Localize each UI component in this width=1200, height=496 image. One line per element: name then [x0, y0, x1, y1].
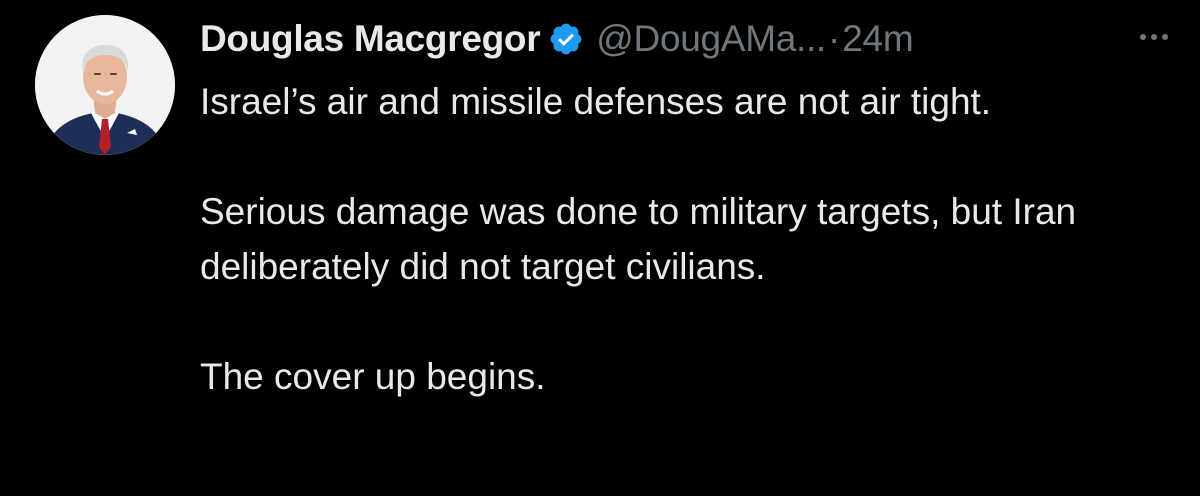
avatar[interactable]	[35, 15, 175, 155]
tweet-paragraph: Serious damage was done to military targ…	[200, 191, 1077, 287]
more-options-icon[interactable]	[1132, 22, 1176, 52]
tweet-header: Douglas Macgregor @DougAMa... · 24m	[200, 14, 914, 64]
tweet-card[interactable]: Douglas Macgregor @DougAMa... · 24m Isra…	[0, 0, 1200, 496]
profile-photo-icon	[35, 15, 175, 155]
more-dot	[1151, 34, 1157, 40]
author-display-name[interactable]: Douglas Macgregor	[200, 18, 541, 60]
tweet-paragraph: Israel’s air and missile defenses are no…	[200, 81, 992, 122]
author-handle[interactable]: @DougAMa...	[596, 18, 826, 60]
tweet-text: Israel’s air and missile defenses are no…	[200, 74, 1180, 404]
verified-badge-icon[interactable]	[548, 21, 584, 57]
tweet-paragraph: The cover up begins.	[200, 356, 546, 397]
header-separator: ·	[827, 18, 841, 59]
tweet-timestamp[interactable]: 24m	[842, 18, 913, 60]
more-dot	[1162, 34, 1168, 40]
more-dot	[1140, 34, 1146, 40]
